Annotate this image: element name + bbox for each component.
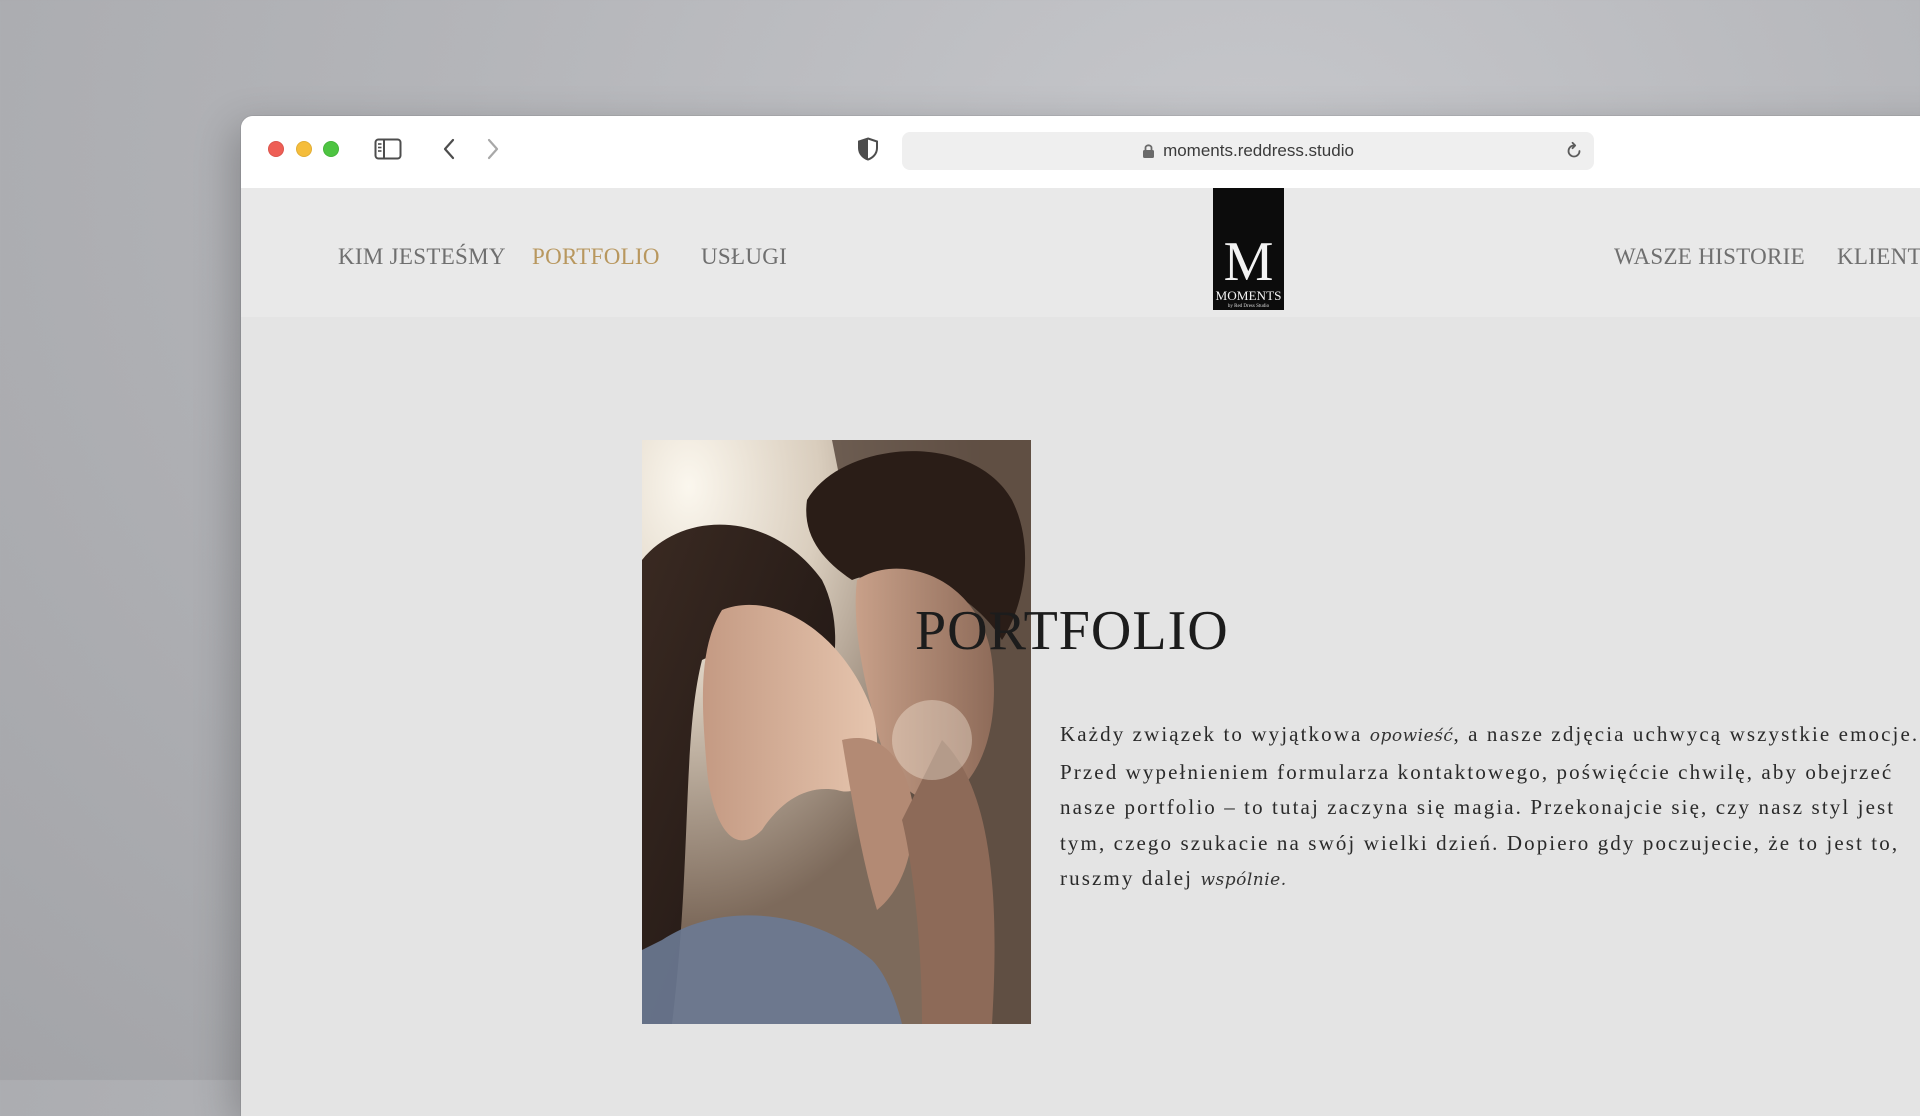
- page-title: PORTFOLIO: [915, 600, 1229, 662]
- browser-toolbar: moments.reddress.studio: [241, 116, 1920, 188]
- shield-icon[interactable]: [855, 136, 881, 162]
- intro-text: Każdy związek to wyjątkowa opowieść, a n…: [1060, 717, 1920, 899]
- nav-wasze-historie[interactable]: WASZE HISTORIE: [1614, 244, 1805, 270]
- nav-klient[interactable]: KLIENT: [1837, 244, 1920, 270]
- zoom-window-button[interactable]: [323, 141, 339, 157]
- logo-mark: M MOMENTS by Red Dress Studio: [1216, 231, 1282, 309]
- intro-script-word: opowieść: [1369, 726, 1454, 746]
- reload-icon[interactable]: [1564, 141, 1584, 161]
- close-window-button[interactable]: [268, 141, 284, 157]
- forward-icon[interactable]: [481, 136, 505, 162]
- lock-icon: [1142, 143, 1155, 159]
- sidebar-icon[interactable]: [373, 136, 403, 162]
- logo-wordmark: MOMENTS: [1216, 289, 1282, 303]
- nav-kim-jestesmy[interactable]: KIM JESTEŚMY: [338, 244, 506, 270]
- back-icon[interactable]: [437, 136, 461, 162]
- nav-uslugi[interactable]: USŁUGI: [701, 244, 787, 270]
- address-bar[interactable]: moments.reddress.studio: [902, 132, 1594, 170]
- logo-letter: M: [1224, 231, 1274, 293]
- browser-window: moments.reddress.studio KIM JESTEŚMY POR…: [241, 116, 1920, 1116]
- nav-portfolio[interactable]: PORTFOLIO: [532, 244, 660, 270]
- intro-script-word: wspólnie.: [1200, 870, 1287, 890]
- logo-tagline: by Red Dress Studio: [1228, 304, 1270, 309]
- couple-photo-image: [642, 440, 1031, 1024]
- intro-part: , a nasze zdjęcia uchwycą wszystkie emoc…: [1060, 722, 1920, 890]
- site-logo[interactable]: M MOMENTS by Red Dress Studio: [1213, 188, 1284, 310]
- portfolio-photo: [642, 440, 1031, 1024]
- site-header: KIM JESTEŚMY PORTFOLIO USŁUGI M MOMENTS …: [241, 188, 1920, 317]
- page-content: PORTFOLIO Każdy związek to wyjątkowa opo…: [241, 317, 1920, 1116]
- url-text: moments.reddress.studio: [1163, 141, 1354, 160]
- minimize-window-button[interactable]: [296, 141, 312, 157]
- intro-part: Każdy związek to wyjątkowa: [1060, 722, 1370, 746]
